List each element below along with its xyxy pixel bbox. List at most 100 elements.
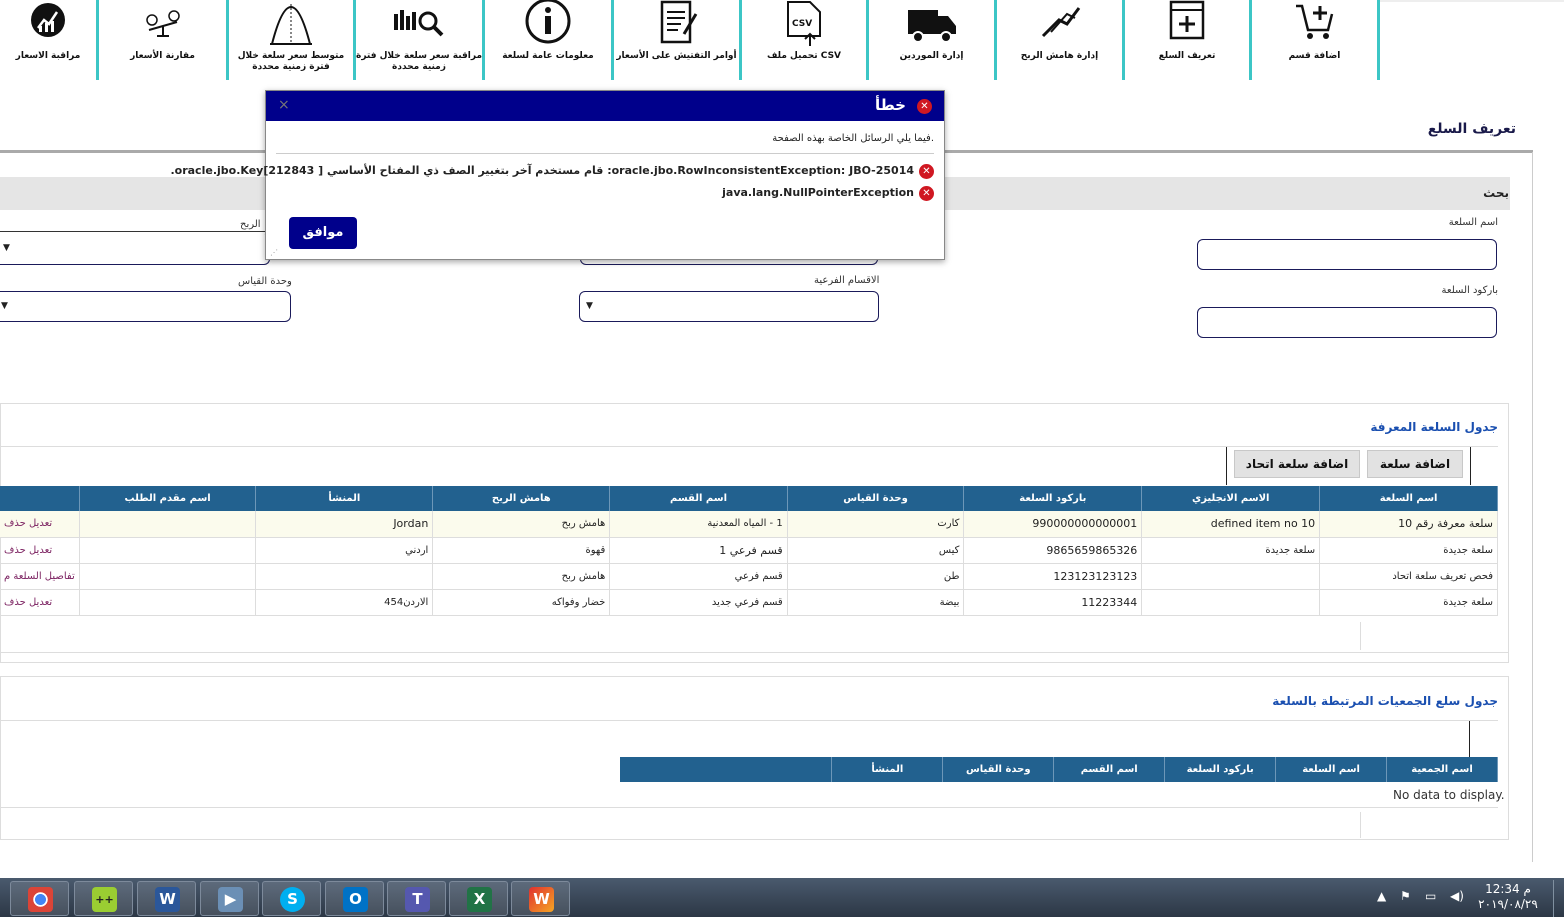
cell xyxy=(1141,589,1321,616)
cell: Jordan xyxy=(255,511,434,538)
scrollbar-track[interactable] xyxy=(1532,152,1533,862)
dialog-header: ✕ خطأ × xyxy=(266,91,944,121)
column-header[interactable]: باركود السلعة xyxy=(963,486,1143,511)
toolbar-item-price-compare[interactable]: مقارنة الأسعار xyxy=(99,0,229,80)
taskbar-app-skype[interactable]: S xyxy=(262,881,321,916)
cell: 11223344 xyxy=(963,589,1143,616)
table-row[interactable]: سلعة معرفة رقم 10 defined item no 10 990… xyxy=(0,511,1498,538)
toolbar-item-define-items[interactable]: تعريف السلع xyxy=(1125,0,1252,80)
column-header[interactable]: هامش الربح xyxy=(432,486,611,511)
tray-expand-icon[interactable]: ▲ xyxy=(1377,889,1386,903)
taskbar-app-teams[interactable]: T xyxy=(387,881,446,916)
item-name-input[interactable] xyxy=(1197,239,1497,270)
column-header[interactable]: اسم القسم xyxy=(1053,757,1166,782)
cell: طن xyxy=(787,563,965,590)
row-actions-link[interactable]: تعديل حذف xyxy=(0,537,80,564)
empty-message: No data to display. xyxy=(1393,788,1505,802)
chevron-down-icon: ▼ xyxy=(3,243,10,253)
column-header[interactable]: المنشأ xyxy=(255,486,434,511)
panel-divider xyxy=(0,446,1498,447)
inspection-orders-icon xyxy=(660,0,697,44)
cell: 990000000000001 xyxy=(963,511,1143,538)
row-actions-link[interactable]: تعديل حذف xyxy=(0,511,80,538)
resize-grip-icon[interactable]: ⋰ xyxy=(270,248,278,257)
page-title: تعريف السلع xyxy=(1427,121,1516,137)
taskbar-app-other[interactable]: W xyxy=(511,881,570,916)
cell xyxy=(79,589,257,616)
table-footer-divider xyxy=(1360,622,1361,650)
cell: فحص تعريف سلعة اتحاد xyxy=(1319,563,1498,590)
toolbar-divider xyxy=(1380,0,1564,2)
profit-margin-select[interactable]: ▼ xyxy=(0,234,270,265)
column-header-actions xyxy=(0,486,80,511)
cell: قسم فرعي 1 xyxy=(609,537,788,564)
assoc-table-title: جدول سلع الجمعيات المرتبطة بالسلعة xyxy=(1272,694,1498,708)
network-icon[interactable]: ▭ xyxy=(1425,889,1436,903)
item-barcode-input[interactable] xyxy=(1197,307,1497,338)
cell: خضار وفواكه xyxy=(432,589,611,616)
skype-icon: S xyxy=(280,887,305,912)
taskbar-clock[interactable]: 12:34 م ٢٠١٩/٠٨/٢٩ xyxy=(1478,882,1538,912)
toolbar-item-add-section[interactable]: اضافة قسم xyxy=(1252,0,1380,80)
cell: كيس xyxy=(787,537,965,564)
error-dialog: ✕ خطأ × فيما يلي الرسائل الخاصة بهذه الص… xyxy=(170,90,945,260)
toolbar-item-average-price[interactable]: متوسط سعر سلعة خلال فترة زمنية محددة xyxy=(229,0,356,80)
table-row[interactable]: سلعة جديدة 11223344 بيضة قسم فرعي جديد خ… xyxy=(0,589,1498,616)
row-actions-link[interactable]: تفاصيل السلعة م xyxy=(0,563,80,590)
media-icon: ▶ xyxy=(218,887,243,912)
app-icon: W xyxy=(529,887,554,912)
column-header[interactable]: باركود السلعة xyxy=(1164,757,1277,782)
column-header[interactable]: اسم الجمعية xyxy=(1386,757,1498,782)
toolbar-item-csv-upload[interactable]: CSV تحميل ملف CSV xyxy=(742,0,869,80)
toolbar-item-price-watch[interactable]: مراقبة سعر سلعة خلال فترة زمنية محددة xyxy=(356,0,485,80)
assoc-table: اسم الجمعية اسم السلعة باركود السلعة اسم… xyxy=(620,757,1498,782)
show-desktop-button[interactable] xyxy=(1553,880,1563,917)
toolbar-item-inspection-orders[interactable]: أوامر التفتيش على الأسعار xyxy=(614,0,742,80)
taskbar-app-media[interactable]: ▶ xyxy=(200,881,259,916)
subsection-label: الاقسام الفرعية xyxy=(814,275,880,286)
column-header[interactable]: اسم السلعة xyxy=(1275,757,1388,782)
subsection-select[interactable]: ▼ xyxy=(579,291,879,322)
column-header[interactable]: اسم القسم xyxy=(609,486,788,511)
taskbar-app-excel[interactable]: X xyxy=(449,881,508,916)
column-header[interactable]: اسم مقدم الطلب xyxy=(79,486,257,511)
toolbar-label: اضافة قسم xyxy=(1288,51,1341,61)
truck-icon xyxy=(907,10,956,43)
unit-select[interactable]: ▼ xyxy=(0,291,291,322)
column-header[interactable]: وحدة القياس xyxy=(787,486,965,511)
toolbar-label: مقارنة الأسعار xyxy=(130,51,195,61)
cell xyxy=(255,563,434,590)
search-label: بحث xyxy=(1483,186,1509,200)
column-header[interactable]: المنشأ xyxy=(831,757,944,782)
column-header[interactable]: الاسم الانجليزي xyxy=(1141,486,1321,511)
add-item-button[interactable]: اضافة سلعة xyxy=(1367,450,1463,478)
toolbar-label: أوامر التفتيش على الأسعار xyxy=(616,51,737,61)
toolbar-item-profit-margin[interactable]: إدارة هامش الربح xyxy=(997,0,1125,80)
chevron-down-icon: ▼ xyxy=(1,301,8,311)
add-union-item-button[interactable]: اضافة سلعة اتحاد xyxy=(1234,450,1360,478)
volume-icon[interactable]: ◀) xyxy=(1450,889,1464,903)
taskbar-app-word[interactable]: W xyxy=(137,881,196,916)
taskbar-app-notepad[interactable]: ++ xyxy=(74,881,133,916)
profit-margin-label: الربح xyxy=(240,219,261,230)
taskbar-app-outlook[interactable]: O xyxy=(325,881,384,916)
toolbar-label: معلومات عامة لسلعة xyxy=(502,51,594,61)
cell: 9865659865326 xyxy=(963,537,1143,564)
ok-button[interactable]: موافق xyxy=(289,217,357,249)
average-price-icon xyxy=(270,4,312,45)
taskbar-app-chrome[interactable] xyxy=(10,881,69,916)
toolbar-item-suppliers[interactable]: إدارة الموردين xyxy=(869,0,997,80)
flag-icon[interactable]: ⚑ xyxy=(1400,889,1411,903)
toolbar-item-general-info[interactable]: معلومات عامة لسلعة xyxy=(485,0,614,80)
row-actions-link[interactable]: تعديل حذف xyxy=(0,589,80,616)
toolbar-item-price-monitor[interactable]: مراقبة الاسعار xyxy=(0,0,99,80)
cell xyxy=(79,563,257,590)
column-header[interactable]: وحدة القياس xyxy=(942,757,1055,782)
close-icon[interactable]: × xyxy=(278,97,290,113)
cell: قسم فرعي جديد xyxy=(609,589,788,616)
table-row[interactable]: فحص تعريف سلعة اتحاد 123123123123 طن قسم… xyxy=(0,563,1498,590)
cell xyxy=(79,511,257,538)
column-header[interactable]: اسم السلعة xyxy=(1319,486,1498,511)
cell: كارت xyxy=(787,511,965,538)
table-row[interactable]: سلعة جديدة سلعة جديدة 9865659865326 كيس … xyxy=(0,537,1498,564)
